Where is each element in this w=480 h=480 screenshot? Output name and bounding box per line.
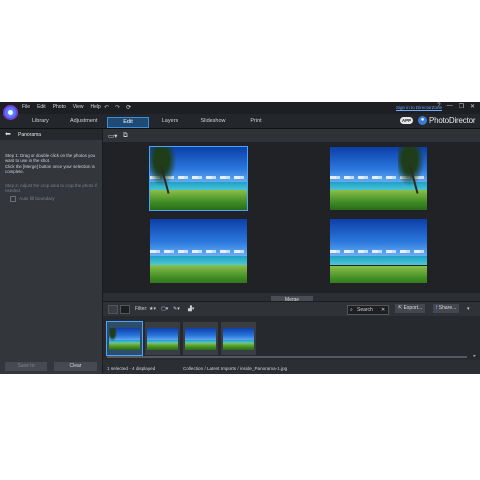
- step1-text: Step 1: Drag or double click on the phot…: [5, 153, 96, 164]
- save-to-button[interactable]: Save to: [5, 362, 47, 371]
- rating-filter-icon[interactable]: ★▾: [149, 306, 156, 312]
- filmstrip: ▸: [103, 316, 480, 360]
- menu-help[interactable]: Help: [91, 104, 101, 110]
- back-arrow-icon[interactable]: ⬅: [5, 130, 11, 138]
- clear-button[interactable]: Clear: [54, 362, 97, 371]
- title-bar: File Edit Photo View Help ↶ ↷ ⟳ Sign in …: [0, 102, 480, 114]
- preview-photo-2[interactable]: [330, 147, 427, 210]
- filter-label: Filter:: [135, 306, 148, 312]
- grid-view-icon[interactable]: [120, 305, 130, 314]
- search-placeholder: Search: [357, 307, 373, 313]
- clear-search-icon[interactable]: ✕: [381, 307, 385, 313]
- menu-file[interactable]: File: [22, 104, 30, 110]
- thumbnail-4[interactable]: [221, 322, 256, 355]
- menu-view[interactable]: View: [73, 104, 84, 110]
- panel-title: Panorama: [18, 132, 42, 138]
- filmstrip-toolbar: Filter: ★▾ ▢▾ ✎▾ ▟▾ ⌕ Search ✕ ⇱ Export.…: [103, 301, 480, 316]
- step1b-text: Click the [Merge] button once your selec…: [5, 164, 95, 175]
- brand-name: PhotoDirector: [429, 116, 476, 125]
- selection-status: 1 selected - 4 displayed: [107, 366, 156, 371]
- file-path: Collection / Latest Imports / inside_Pan…: [183, 366, 288, 371]
- quick-tools: ↶ ↷ ⟳: [104, 104, 131, 111]
- close-icon[interactable]: ✕: [470, 103, 475, 110]
- filmstrip-view-icon[interactable]: [108, 305, 118, 314]
- preview-photo-1[interactable]: [149, 146, 248, 211]
- more-dropdown-icon[interactable]: ▾: [467, 306, 470, 312]
- menu-photo[interactable]: Photo: [53, 104, 66, 110]
- tab-slideshow[interactable]: Slideshow: [195, 117, 231, 126]
- preview-area: Merge: [103, 142, 480, 304]
- tab-layers[interactable]: Layers: [152, 117, 188, 126]
- photodirector-window: File Edit Photo View Help ↶ ↷ ⟳ Sign in …: [0, 102, 480, 374]
- tab-library[interactable]: Library: [32, 118, 49, 124]
- undo-icon[interactable]: ↶: [104, 104, 109, 111]
- tab-edit[interactable]: Edit: [107, 117, 149, 128]
- export-label: Export...: [403, 305, 423, 311]
- thumbnail-3[interactable]: [183, 322, 218, 355]
- sort-icon[interactable]: ▟▾: [188, 306, 194, 312]
- minimize-icon[interactable]: —: [447, 103, 453, 110]
- search-input[interactable]: ⌕ Search ✕: [347, 305, 389, 315]
- redo-icon[interactable]: ↷: [115, 104, 120, 111]
- flag-filter-icon[interactable]: ▢▾: [161, 306, 168, 312]
- sign-in-link[interactable]: Sign in to DirectorZone: [396, 105, 442, 110]
- compare-icon[interactable]: ⧉: [123, 132, 128, 140]
- panel-header: ⬅ Panorama: [0, 129, 102, 140]
- refresh-icon[interactable]: ⟳: [126, 104, 131, 111]
- search-icon: ⌕: [350, 307, 353, 313]
- export-button[interactable]: ⇱ Export...: [395, 304, 426, 313]
- step2-text: Step 2: Adjust the crop area to crop the…: [5, 183, 97, 194]
- auto-fill-label: Auto fill boundary: [19, 196, 55, 202]
- panorama-panel: ⬅ Panorama Step 1: Drag or double click …: [0, 129, 103, 374]
- share-label: Share...: [438, 305, 457, 311]
- pick-filter-icon[interactable]: ✎▾: [173, 306, 180, 312]
- thumbnail-1[interactable]: [106, 321, 143, 356]
- filmstrip-scrollbar[interactable]: [107, 356, 467, 358]
- scroll-right-icon[interactable]: ▸: [473, 353, 476, 359]
- menu-bar: File Edit Photo View Help: [22, 104, 101, 110]
- app-badge[interactable]: APP: [400, 117, 413, 124]
- view-toolbar: ▭▾ ⧉: [103, 129, 480, 142]
- palm-tree: [397, 147, 427, 192]
- status-bar: 1 selected - 4 displayed Collection / La…: [103, 364, 480, 374]
- share-button[interactable]: f Share...: [433, 304, 460, 313]
- checkbox-icon: [10, 196, 16, 202]
- preview-photo-3[interactable]: [150, 219, 247, 283]
- thumbnail-2[interactable]: [145, 322, 180, 355]
- tab-print[interactable]: Print: [238, 117, 274, 126]
- restore-icon[interactable]: ❐: [459, 103, 464, 110]
- auto-fill-checkbox[interactable]: Auto fill boundary: [10, 196, 55, 202]
- tab-adjustment[interactable]: Adjustment: [70, 118, 98, 124]
- help-icon[interactable]: ?: [437, 103, 440, 110]
- menu-edit[interactable]: Edit: [37, 104, 46, 110]
- app-logo-icon: [3, 105, 18, 120]
- display-mode-icon[interactable]: ▭▾: [108, 132, 117, 140]
- photodirector-logo-icon: ●: [418, 116, 427, 125]
- window-controls: ? — ❐ ✕: [437, 103, 475, 110]
- preview-photo-4[interactable]: [330, 219, 427, 283]
- module-tab-bar: Library Adjustment Edit Layers Slideshow…: [0, 114, 480, 129]
